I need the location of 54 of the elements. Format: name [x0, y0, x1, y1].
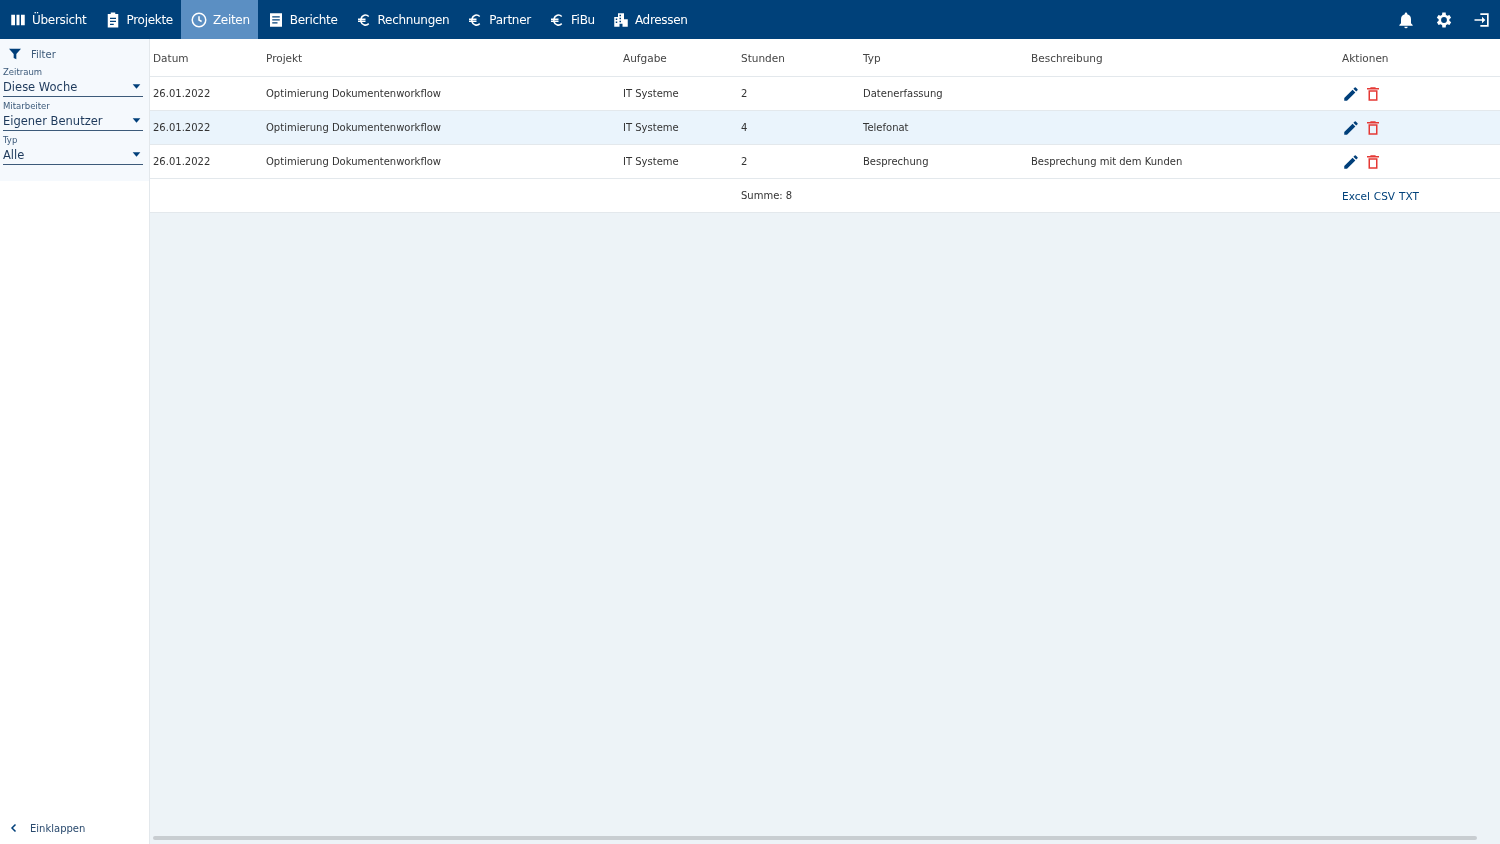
pencil-icon[interactable]: [1342, 118, 1360, 137]
trash-icon[interactable]: [1364, 118, 1382, 137]
trash-icon[interactable]: [1364, 152, 1382, 171]
field-label: Zeitraum: [3, 67, 44, 77]
nav-tab[interactable]: Adressen: [602, 0, 696, 39]
field-label: Mitarbeiter: [3, 101, 51, 111]
dropdown-field[interactable]: Diese Woche: [3, 77, 143, 97]
table-cell-text: 2: [740, 156, 749, 167]
nav-tab[interactable]: Rechnungen: [345, 0, 458, 39]
building-icon: [611, 10, 630, 29]
table-cell-text: Besprechung: [862, 156, 930, 167]
column-header: Datum: [152, 51, 190, 64]
export-link[interactable]: TXT: [1399, 189, 1419, 202]
field-label: Typ: [3, 135, 19, 145]
horizontal-scrollbar[interactable]: [153, 836, 1477, 840]
column-header: Typ: [862, 51, 882, 64]
table-cell-text: Optimierung Dokumentenworkflow: [265, 122, 442, 133]
column-header: Projekt: [265, 51, 304, 64]
filter-heading: Filter: [31, 48, 56, 60]
nav-tab[interactable]: Partner: [457, 0, 539, 39]
column-header: Aktionen: [1341, 51, 1390, 64]
column-header: Beschreibung: [1030, 51, 1104, 64]
sum-total: Summe: 8: [740, 190, 794, 201]
table-cell-text: 2: [740, 88, 749, 99]
table-row[interactable]: 26.01.2022 Optimierung Dokumentenworkflow IT Systeme 2 Besprechung Besprechung mit dem Kunden: [150, 145, 1500, 179]
nav-tab[interactable]: Berichte: [257, 0, 346, 39]
table-cell-text: IT Systeme: [622, 122, 680, 133]
table-cell-text: 26.01.2022: [152, 122, 212, 133]
dropdown-field[interactable]: Alle: [3, 145, 143, 165]
table-row[interactable]: 26.01.2022 Optimierung Dokumentenworkflow IT Systeme 4 Telefonat: [150, 111, 1500, 145]
dropdown-field[interactable]: Eigener Benutzer: [3, 111, 143, 131]
table-cell-text: IT Systeme: [622, 88, 680, 99]
table-cell-text: 26.01.2022: [152, 88, 212, 99]
table-cell-text: IT Systeme: [622, 156, 680, 167]
table-cell-text: Besprechung mit dem Kunden: [1030, 156, 1184, 167]
collapse-button[interactable]: Einklappen: [0, 822, 149, 844]
trash-icon[interactable]: [1364, 84, 1382, 103]
table-cell-text: 26.01.2022: [152, 156, 212, 167]
column-header: Stunden: [740, 51, 786, 64]
column-header: Aufgabe: [622, 51, 668, 64]
nav-tab[interactable]: Übersicht: [0, 0, 95, 39]
nav-tab[interactable]: FiBu: [538, 0, 603, 39]
table-cell-text: Optimierung Dokumentenworkflow: [265, 88, 442, 99]
pencil-icon[interactable]: [1342, 84, 1360, 103]
table-cell-text: Optimierung Dokumentenworkflow: [265, 156, 442, 167]
export-link[interactable]: CSV: [1373, 189, 1395, 202]
clock-icon: [189, 10, 208, 29]
filter-icon: [7, 46, 23, 62]
table-cell-text: Datenerfassung: [862, 88, 944, 99]
pencil-icon[interactable]: [1342, 152, 1360, 171]
table-cell-text: Telefonat: [862, 122, 910, 133]
nav-tab[interactable]: Projekte: [94, 0, 181, 39]
table-cell-text: 4: [740, 122, 749, 133]
export-link[interactable]: Excel: [1342, 189, 1370, 202]
